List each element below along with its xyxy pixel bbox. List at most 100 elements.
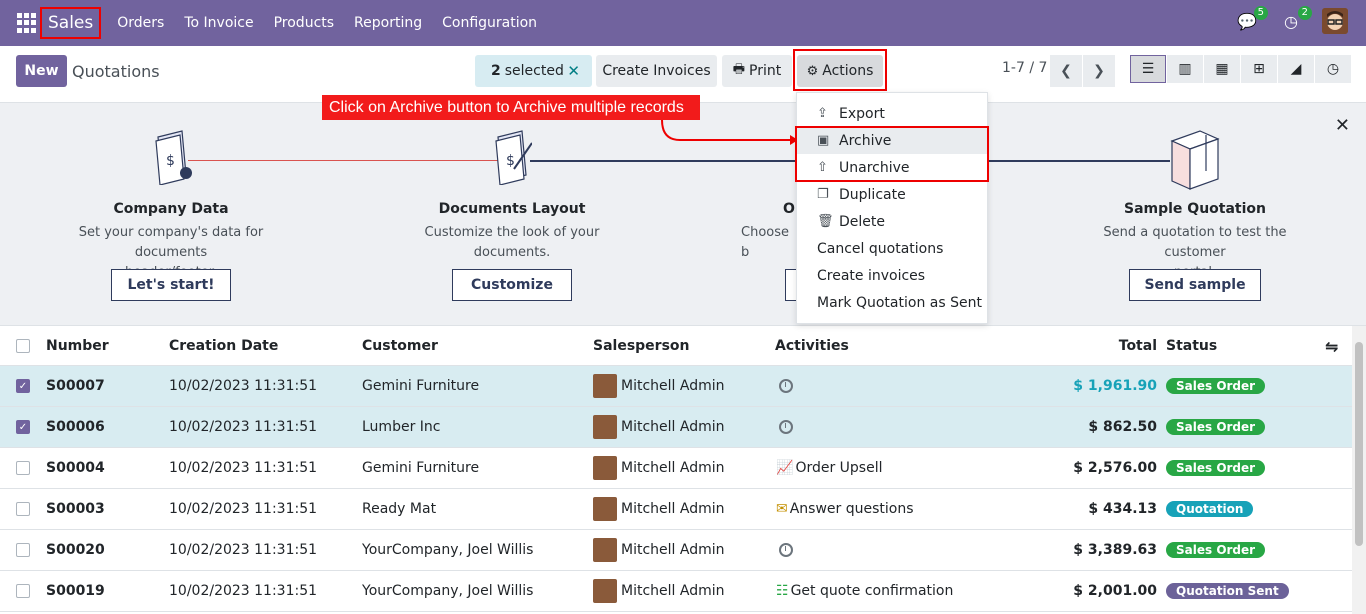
customize-button[interactable]: Customize [452, 269, 572, 301]
print-icon: 🖶 [732, 62, 746, 77]
action-mark-sent[interactable]: Mark Quotation as Sent [797, 289, 987, 316]
row-salesperson: Mitchell Admin [593, 571, 725, 611]
create-invoices-button[interactable]: Create Invoices [596, 55, 717, 87]
row-number: S00006 [46, 419, 105, 435]
header-activities[interactable]: Activities [775, 326, 849, 366]
list-icon: ☰ [1141, 61, 1155, 77]
row-number: S00003 [46, 501, 105, 517]
header-total[interactable]: Total [1050, 326, 1157, 366]
row-number: S00020 [46, 542, 105, 558]
print-button[interactable]: 🖶 Print [722, 55, 792, 87]
clock-icon [779, 543, 793, 557]
menu-configuration[interactable]: Configuration [432, 15, 547, 31]
header-customer[interactable]: Customer [362, 326, 438, 366]
row-date: 10/02/2023 11:31:51 [169, 501, 318, 517]
row-total: $ 1,961.90 [1073, 378, 1157, 394]
salesperson-name: Mitchell Admin [621, 501, 725, 517]
row-activity[interactable] [779, 530, 793, 570]
header-status[interactable]: Status [1166, 326, 1217, 366]
action-cancel-quotations[interactable]: Cancel quotations [797, 235, 987, 262]
activity-view-button[interactable]: ◷ [1315, 55, 1351, 83]
kanban-view-button[interactable]: ▥ [1167, 55, 1203, 83]
table-row[interactable]: ✓ S00006 10/02/2023 11:31:51 Lumber Inc … [0, 407, 1352, 448]
table-row[interactable]: S00019 10/02/2023 11:31:51 YourCompany, … [0, 571, 1352, 612]
pager-next-button[interactable]: ❯ [1083, 55, 1115, 87]
clock-icon: ◷ [1284, 11, 1298, 31]
row-activity[interactable] [779, 366, 793, 406]
package-icon [1170, 130, 1220, 190]
apps-grid-icon[interactable] [17, 13, 37, 33]
optional-columns-icon[interactable]: ⇋ [1325, 326, 1338, 366]
print-label: Print [749, 63, 782, 79]
messages-button[interactable]: 💬 5 [1234, 6, 1268, 34]
action-create-invoices[interactable]: Create invoices [797, 262, 987, 289]
row-checkbox[interactable] [16, 502, 30, 516]
pager-value[interactable]: 1-7 / 7 [1002, 60, 1047, 76]
activities-button[interactable]: ◷ 2 [1278, 6, 1312, 34]
menu-to-invoice[interactable]: To Invoice [174, 15, 263, 31]
select-all-checkbox[interactable] [16, 339, 30, 353]
menu-reporting[interactable]: Reporting [344, 15, 432, 31]
action-label: Duplicate [839, 186, 906, 203]
row-checkbox[interactable] [16, 543, 30, 557]
chart-line-icon: 📈 [776, 460, 794, 476]
row-date: 10/02/2023 11:31:51 [169, 419, 318, 435]
row-customer: Gemini Furniture [362, 460, 480, 476]
activity-label: Get quote confirmation [790, 583, 954, 599]
row-status: Sales Order [1166, 448, 1266, 488]
row-activity[interactable] [779, 407, 793, 447]
scrollbar-thumb[interactable] [1355, 342, 1363, 546]
upload-icon: ⇪ [817, 106, 828, 121]
table-row[interactable]: S00020 10/02/2023 11:31:51 YourCompany, … [0, 530, 1352, 571]
row-activity[interactable]: 📈 Order Upsell [776, 448, 883, 488]
app-brand[interactable]: Sales [40, 7, 102, 39]
row-activity[interactable]: ✉ Answer questions [776, 489, 914, 529]
row-customer: Gemini Furniture [362, 378, 480, 394]
new-button[interactable]: New [16, 55, 67, 87]
calendar-icon: ▦ [1215, 61, 1229, 77]
row-checkbox[interactable] [16, 461, 30, 475]
list-view-button[interactable]: ☰ [1130, 55, 1166, 83]
row-date: 10/02/2023 11:31:51 [169, 542, 318, 558]
row-salesperson: Mitchell Admin [593, 407, 725, 447]
table-row[interactable]: ✓ S00007 10/02/2023 11:31:51 Gemini Furn… [0, 366, 1352, 407]
kanban-icon: ▥ [1178, 61, 1192, 77]
table-row[interactable]: S00003 10/02/2023 11:31:51 Ready Mat Mit… [0, 489, 1352, 530]
pager-previous-button[interactable]: ❮ [1050, 55, 1082, 87]
row-salesperson: Mitchell Admin [593, 366, 725, 406]
pivot-view-button[interactable]: ⊞ [1241, 55, 1277, 83]
row-total: $ 862.50 [1088, 419, 1157, 435]
svg-text:$: $ [166, 153, 175, 169]
archive-highlight-frame [795, 126, 989, 182]
progress-line-done [188, 160, 500, 161]
row-status: Sales Order [1166, 530, 1266, 570]
graph-view-button[interactable]: ◢ [1278, 55, 1314, 83]
menu-orders[interactable]: Orders [107, 15, 174, 31]
send-sample-button[interactable]: Send sample [1129, 269, 1261, 301]
close-icon[interactable]: ✕ [1335, 115, 1350, 136]
row-checkbox[interactable]: ✓ [16, 420, 30, 434]
menu-products[interactable]: Products [264, 15, 344, 31]
calendar-view-button[interactable]: ▦ [1204, 55, 1240, 83]
header-number[interactable]: Number [46, 326, 109, 366]
header-salesperson[interactable]: Salesperson [593, 326, 690, 366]
row-checkbox[interactable] [16, 584, 30, 598]
table-icon: ⊞ [1253, 61, 1265, 77]
row-checkbox[interactable]: ✓ [16, 379, 30, 393]
row-date: 10/02/2023 11:31:51 [169, 378, 318, 394]
action-delete[interactable]: 🗑 Delete [797, 208, 987, 235]
table-row[interactable]: S00004 10/02/2023 11:31:51 Gemini Furnit… [0, 448, 1352, 489]
header-creation-date[interactable]: Creation Date [169, 326, 278, 366]
avatar [593, 456, 617, 480]
user-avatar[interactable] [1322, 8, 1348, 34]
step-title-company-data: Company Data [113, 201, 229, 217]
row-number: S00007 [46, 378, 105, 394]
envelope-icon: ✉ [776, 501, 788, 517]
action-export[interactable]: ⇪ Export [797, 100, 987, 127]
action-label: Delete [839, 213, 885, 230]
action-duplicate[interactable]: ❐ Duplicate [797, 181, 987, 208]
lets-start-button[interactable]: Let's start! [111, 269, 231, 301]
salesperson-name: Mitchell Admin [621, 378, 725, 394]
row-activity[interactable]: ☷ Get quote confirmation [776, 571, 953, 611]
unselect-close-icon[interactable]: ✕ [567, 62, 580, 80]
